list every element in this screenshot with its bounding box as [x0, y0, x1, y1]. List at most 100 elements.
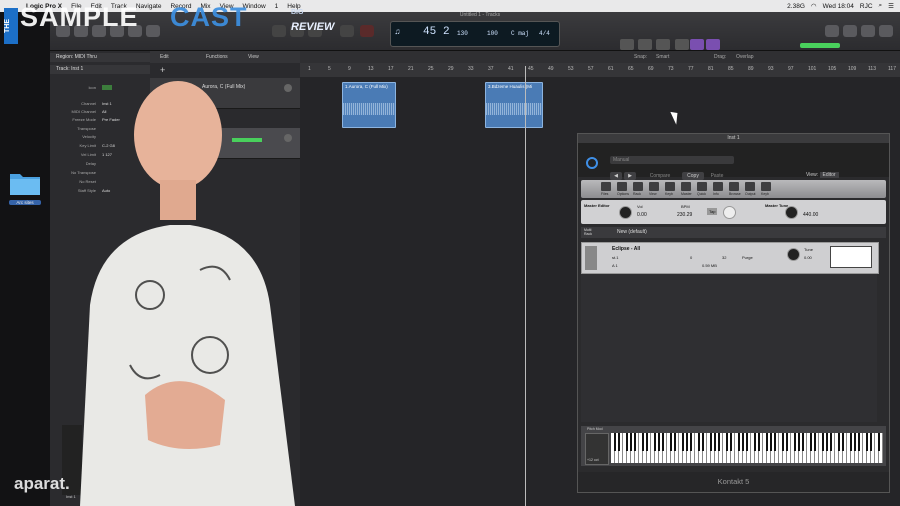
- black-key[interactable]: [877, 433, 881, 451]
- output-icon[interactable]: [745, 182, 755, 191]
- black-key[interactable]: [829, 433, 833, 451]
- black-key[interactable]: [641, 433, 645, 451]
- black-key[interactable]: [697, 433, 701, 451]
- instrument-icon[interactable]: [585, 246, 597, 270]
- black-key[interactable]: [653, 433, 657, 451]
- quick-icon[interactable]: [697, 182, 707, 191]
- audio-region[interactable]: 3.Bdzeme Huaulis (Mi: [485, 82, 543, 128]
- rack-empty-area[interactable]: [581, 274, 877, 422]
- midi-channel-value[interactable]: A 1: [612, 263, 618, 268]
- rack-icon[interactable]: [633, 182, 643, 191]
- black-key[interactable]: [717, 433, 721, 451]
- audio-region[interactable]: 1.Aurora, C (Full Mix): [342, 82, 396, 128]
- black-key[interactable]: [689, 433, 693, 451]
- keyb-icon[interactable]: [665, 182, 675, 191]
- bar-ruler[interactable]: 1 5 9 13 17 21 25 29 33 37 41 45 49 53 57 61 65 69 73 77 81 8…: [300, 63, 900, 77]
- cpu-meter[interactable]: [690, 39, 704, 50]
- vol-value[interactable]: 0.00: [637, 212, 647, 218]
- black-key[interactable]: [725, 433, 729, 451]
- view-selector[interactable]: View: Editor: [806, 172, 839, 178]
- black-key[interactable]: [757, 433, 761, 451]
- black-key[interactable]: [849, 433, 853, 451]
- black-key[interactable]: [825, 433, 829, 451]
- list-editors-button[interactable]: [825, 25, 839, 37]
- black-key[interactable]: [613, 433, 617, 451]
- power-icon[interactable]: [586, 157, 598, 169]
- black-key[interactable]: [837, 433, 841, 451]
- black-key[interactable]: [745, 433, 749, 451]
- black-key[interactable]: [801, 433, 805, 451]
- black-key[interactable]: [869, 433, 873, 451]
- black-key[interactable]: [821, 433, 825, 451]
- wifi-icon[interactable]: ◠: [811, 2, 817, 10]
- drag-value[interactable]: Overlap: [736, 54, 754, 60]
- clock[interactable]: Wed 18:04: [823, 3, 854, 10]
- black-key[interactable]: [841, 433, 845, 451]
- files-icon[interactable]: [601, 182, 611, 191]
- black-key[interactable]: [793, 433, 797, 451]
- master-volume-slider[interactable]: [800, 43, 840, 48]
- list-icon[interactable]: ☰: [888, 2, 894, 10]
- black-key[interactable]: [769, 433, 773, 451]
- black-key[interactable]: [857, 433, 861, 451]
- black-key[interactable]: [629, 433, 633, 451]
- black-key[interactable]: [753, 433, 757, 451]
- prev-preset-button[interactable]: ◀: [610, 172, 622, 180]
- black-key[interactable]: [633, 433, 637, 451]
- multi-name[interactable]: New (default): [617, 229, 647, 235]
- black-key[interactable]: [657, 433, 661, 451]
- options-icon[interactable]: [617, 182, 627, 191]
- folder-icon[interactable]: [9, 170, 41, 196]
- browsers-button[interactable]: [879, 25, 893, 37]
- functions-menu[interactable]: Functions: [206, 54, 228, 60]
- folder-label[interactable]: Arc sites: [9, 200, 41, 205]
- black-key[interactable]: [673, 433, 677, 451]
- black-key[interactable]: [701, 433, 705, 451]
- editors-button[interactable]: [146, 25, 160, 37]
- black-key[interactable]: [853, 433, 857, 451]
- black-key[interactable]: [737, 433, 741, 451]
- master-icon[interactable]: [681, 182, 691, 191]
- instrument-name[interactable]: Eclipse - All: [612, 246, 640, 252]
- playhead[interactable]: [525, 66, 526, 506]
- tune-knob[interactable]: [787, 248, 800, 261]
- piano-keyboard[interactable]: [611, 433, 883, 463]
- menu-one[interactable]: 1: [275, 3, 279, 10]
- black-key[interactable]: [681, 433, 685, 451]
- black-key[interactable]: [713, 433, 717, 451]
- black-key[interactable]: [645, 433, 649, 451]
- keyb-icon[interactable]: [761, 182, 771, 191]
- paste-button[interactable]: Paste: [706, 172, 728, 180]
- loop-browser-button[interactable]: [861, 25, 875, 37]
- black-key[interactable]: [781, 433, 785, 451]
- black-key[interactable]: [661, 433, 665, 451]
- black-key[interactable]: [797, 433, 801, 451]
- black-key[interactable]: [765, 433, 769, 451]
- tap-button[interactable]: Tap: [707, 208, 718, 215]
- black-key[interactable]: [809, 433, 813, 451]
- master-tune-knob[interactable]: [785, 206, 798, 219]
- tune-value[interactable]: 0.00: [804, 255, 812, 260]
- black-key[interactable]: [669, 433, 673, 451]
- bpm-value[interactable]: 230.29: [677, 212, 692, 218]
- black-key[interactable]: [865, 433, 869, 451]
- max-voices-value[interactable]: 32: [722, 255, 726, 260]
- output-value[interactable]: st.1: [612, 255, 618, 260]
- black-key[interactable]: [709, 433, 713, 451]
- black-key[interactable]: [741, 433, 745, 451]
- region-inspector-header[interactable]: Region: MIDI Thru: [50, 53, 150, 62]
- user-name[interactable]: RJC: [860, 3, 873, 10]
- master-volume-knob[interactable]: [619, 206, 632, 219]
- black-key[interactable]: [625, 433, 629, 451]
- info-icon[interactable]: [713, 182, 723, 191]
- lcd-display[interactable]: ♫ 45 2 130 100 C maj 4/4: [390, 21, 560, 47]
- disk-meter[interactable]: [706, 39, 720, 50]
- pitch-mod-wheels[interactable]: Pitch Mod +12 oct: [585, 427, 609, 465]
- tuner-button[interactable]: [620, 39, 634, 50]
- instrument-header[interactable]: Eclipse - All st.1 A 1 0 32 0.59 MB Purg…: [581, 242, 879, 274]
- next-preset-button[interactable]: ▶: [624, 172, 636, 180]
- black-key[interactable]: [617, 433, 621, 451]
- view-value[interactable]: Editor: [819, 172, 839, 178]
- play-button[interactable]: [340, 25, 354, 37]
- view-icon[interactable]: [649, 182, 659, 191]
